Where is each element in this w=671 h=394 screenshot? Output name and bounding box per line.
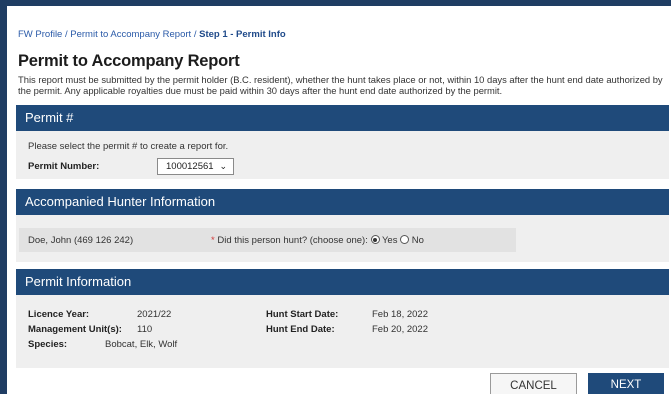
radio-yes[interactable] xyxy=(370,235,380,244)
chevron-down-icon: ⌄ xyxy=(219,161,227,171)
hunter-name: Doe, John (469 126 242) xyxy=(28,235,134,246)
breadcrumb-fw-profile[interactable]: FW Profile xyxy=(18,29,62,40)
required-mark: * xyxy=(211,235,215,246)
species-value: Bobcat, Elk, Wolf xyxy=(105,339,178,350)
breadcrumb-permit-report[interactable]: Permit to Accompany Report xyxy=(70,29,191,40)
hunt-question-text: Did this person hunt? (choose one): xyxy=(217,235,368,246)
permit-section-header: Permit # xyxy=(16,105,669,131)
permit-section-body xyxy=(16,131,669,179)
main-content: FW Profile / Permit to Accompany Report … xyxy=(14,6,671,394)
species-label: Species: xyxy=(28,339,68,350)
hunt-start-label: Hunt Start Date: xyxy=(266,309,339,320)
management-unit-label: Management Unit(s): xyxy=(28,324,122,335)
next-button[interactable]: NEXT xyxy=(588,373,664,394)
permit-info-section-header: Permit Information xyxy=(16,269,669,295)
hunt-end-value: Feb 20, 2022 xyxy=(372,324,428,335)
breadcrumb: FW Profile / Permit to Accompany Report … xyxy=(18,29,286,40)
radio-no[interactable] xyxy=(400,235,410,244)
licence-year-label: Licence Year: xyxy=(28,309,90,320)
radio-yes-label[interactable]: Yes xyxy=(382,235,398,246)
permit-number-label: Permit Number: xyxy=(28,161,100,172)
hunt-end-label: Hunt End Date: xyxy=(266,324,335,335)
breadcrumb-bar: FW Profile / Permit to Accompany Report … xyxy=(14,6,671,50)
breadcrumb-separator: / xyxy=(191,29,200,40)
permit-number-value: 100012561 xyxy=(166,161,214,172)
breadcrumb-current-step: Step 1 - Permit Info xyxy=(199,29,286,40)
page-title: Permit to Accompany Report xyxy=(18,52,240,70)
hunter-section-header: Accompanied Hunter Information xyxy=(16,189,669,215)
intro-text: This report must be submitted by the per… xyxy=(18,74,663,96)
window-left-border xyxy=(0,0,7,394)
licence-year-value: 2021/22 xyxy=(137,309,172,320)
hunt-question: * Did this person hunt? (choose one): Ye… xyxy=(211,235,424,246)
management-unit-value: 110 xyxy=(137,324,153,335)
hunt-start-value: Feb 18, 2022 xyxy=(372,309,428,320)
permit-number-select[interactable]: 100012561 ⌄ xyxy=(157,158,234,175)
cancel-button[interactable]: CANCEL xyxy=(490,373,577,394)
radio-no-label[interactable]: No xyxy=(412,235,424,246)
permit-instruction: Please select the permit # to create a r… xyxy=(28,141,229,152)
